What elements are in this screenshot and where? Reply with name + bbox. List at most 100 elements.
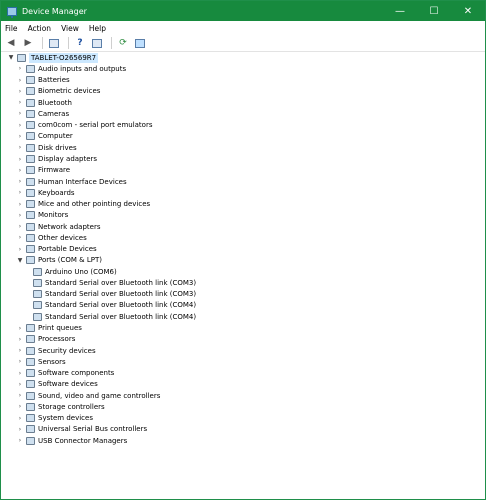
menu-action[interactable]: Action (28, 24, 52, 33)
chevron-right-icon[interactable]: › (16, 381, 24, 388)
tree-category[interactable]: › Human Interface Devices (1, 176, 485, 187)
chevron-right-icon[interactable]: › (16, 156, 24, 163)
menu-view[interactable]: View (61, 24, 79, 33)
chevron-right-icon[interactable]: › (16, 201, 24, 208)
tree-root[interactable]: ▼ TABLET-O26569R7 (1, 52, 485, 63)
tree-category[interactable]: › System devices (1, 413, 485, 424)
category-label: com0com - serial port emulators (38, 121, 153, 130)
chevron-right-icon[interactable]: › (16, 415, 24, 422)
menu-help[interactable]: Help (89, 24, 106, 33)
chevron-right-icon[interactable]: › (16, 358, 24, 365)
title-bar[interactable]: Device Manager — ☐ ✕ (1, 1, 485, 21)
tree-category[interactable]: › com0com - serial port emulators (1, 120, 485, 131)
device-category-icon (26, 222, 35, 231)
chevron-down-icon[interactable]: ▼ (7, 54, 15, 61)
tree-device[interactable]: Standard Serial over Bluetooth link (COM… (1, 300, 485, 311)
tree-category[interactable]: › Security devices (1, 345, 485, 356)
scan-icon[interactable]: ⟳ (116, 36, 130, 50)
back-arrow-icon[interactable]: ◀ (4, 36, 18, 50)
tree-device[interactable]: Standard Serial over Bluetooth link (COM… (1, 311, 485, 322)
chevron-right-icon[interactable]: › (16, 347, 24, 354)
chevron-right-icon[interactable]: › (16, 392, 24, 399)
device-category-icon (26, 121, 35, 130)
device-category-icon (26, 436, 35, 445)
device-category-icon (26, 324, 35, 332)
tree-category[interactable]: › Universal Serial Bus controllers (1, 424, 485, 435)
chevron-right-icon[interactable]: › (16, 325, 24, 332)
maximize-button[interactable]: ☐ (417, 1, 451, 21)
tree-device[interactable]: Standard Serial over Bluetooth link (COM… (1, 289, 485, 300)
tree-category[interactable]: › Audio inputs and outputs (1, 63, 485, 74)
chevron-right-icon[interactable]: › (16, 77, 24, 84)
device-category-icon (26, 143, 35, 152)
minimize-button[interactable]: — (383, 1, 417, 21)
device-category-icon (26, 188, 35, 197)
device-category-icon (26, 132, 35, 141)
monitor-icon[interactable] (133, 36, 147, 50)
help-icon[interactable]: ? (73, 36, 87, 50)
tree-category[interactable]: › Batteries (1, 75, 485, 86)
serial-port-icon (33, 267, 42, 276)
device-category-icon (26, 380, 35, 389)
tree-category[interactable]: › Sensors (1, 356, 485, 367)
forward-arrow-icon[interactable]: ▶ (21, 36, 35, 50)
chevron-right-icon[interactable]: › (16, 65, 24, 72)
chevron-right-icon[interactable]: › (16, 133, 24, 140)
category-label: Keyboards (38, 188, 75, 197)
tree-category[interactable]: › Computer (1, 131, 485, 142)
device-category-icon (26, 109, 35, 118)
chevron-right-icon[interactable]: › (16, 110, 24, 117)
tree-category[interactable]: › Keyboards (1, 187, 485, 198)
chevron-right-icon[interactable]: › (16, 212, 24, 219)
chevron-right-icon[interactable]: › (16, 223, 24, 230)
device-category-icon (26, 76, 35, 85)
properties-icon[interactable] (47, 36, 61, 50)
tree-device[interactable]: Standard Serial over Bluetooth link (COM… (1, 277, 485, 288)
tree-category[interactable]: › Network adapters (1, 221, 485, 232)
tree-category[interactable]: › Bluetooth (1, 97, 485, 108)
chevron-right-icon[interactable]: › (16, 178, 24, 185)
chevron-right-icon[interactable]: › (16, 234, 24, 241)
category-label: Mice and other pointing devices (38, 200, 151, 209)
tree-device[interactable]: Arduino Uno (COM6) (1, 266, 485, 277)
toolbar-separator (68, 37, 69, 49)
tree-category[interactable]: › Portable Devices (1, 244, 485, 255)
close-button[interactable]: ✕ (451, 1, 485, 21)
tree-category[interactable]: › Cameras (1, 108, 485, 119)
device-category-icon (26, 64, 35, 73)
chevron-down-icon[interactable]: ▼ (16, 257, 24, 264)
tree-category[interactable]: › Print queues (1, 322, 485, 333)
tree-category[interactable]: › Biometric devices (1, 86, 485, 97)
chevron-right-icon[interactable]: › (16, 403, 24, 410)
chevron-right-icon[interactable]: › (16, 246, 24, 253)
menu-file[interactable]: File (5, 24, 18, 33)
tree-category[interactable]: › Sound, video and game controllers (1, 390, 485, 401)
tree-category[interactable]: › Processors (1, 334, 485, 345)
tree-category[interactable]: › Disk drives (1, 142, 485, 153)
tree-category[interactable]: › Other devices (1, 232, 485, 243)
device-category-icon (26, 357, 35, 366)
chevron-right-icon[interactable]: › (16, 122, 24, 129)
tree-category[interactable]: › Display adapters (1, 153, 485, 164)
category-label: Other devices (38, 233, 87, 242)
toolbar-separator (111, 37, 112, 49)
chevron-right-icon[interactable]: › (16, 144, 24, 151)
chevron-right-icon[interactable]: › (16, 426, 24, 433)
tree-category[interactable]: › Software devices (1, 379, 485, 390)
tree-category[interactable]: › Storage controllers (1, 401, 485, 412)
tree-category[interactable]: › Mice and other pointing devices (1, 198, 485, 209)
view-icon[interactable] (90, 36, 104, 50)
chevron-right-icon[interactable]: › (16, 99, 24, 106)
chevron-right-icon[interactable]: › (16, 88, 24, 95)
chevron-right-icon[interactable]: › (16, 370, 24, 377)
tree-category[interactable]: › USB Connector Managers (1, 435, 485, 446)
device-label: Standard Serial over Bluetooth link (COM… (45, 312, 197, 321)
chevron-right-icon[interactable]: › (16, 167, 24, 174)
chevron-right-icon[interactable]: › (16, 189, 24, 196)
chevron-right-icon[interactable]: › (16, 437, 24, 444)
tree-category[interactable]: › Monitors (1, 210, 485, 221)
tree-category[interactable]: › Firmware (1, 165, 485, 176)
tree-category[interactable]: › Software components (1, 367, 485, 378)
tree-category-ports[interactable]: ▼ Ports (COM & LPT) (1, 255, 485, 266)
chevron-right-icon[interactable]: › (16, 336, 24, 343)
